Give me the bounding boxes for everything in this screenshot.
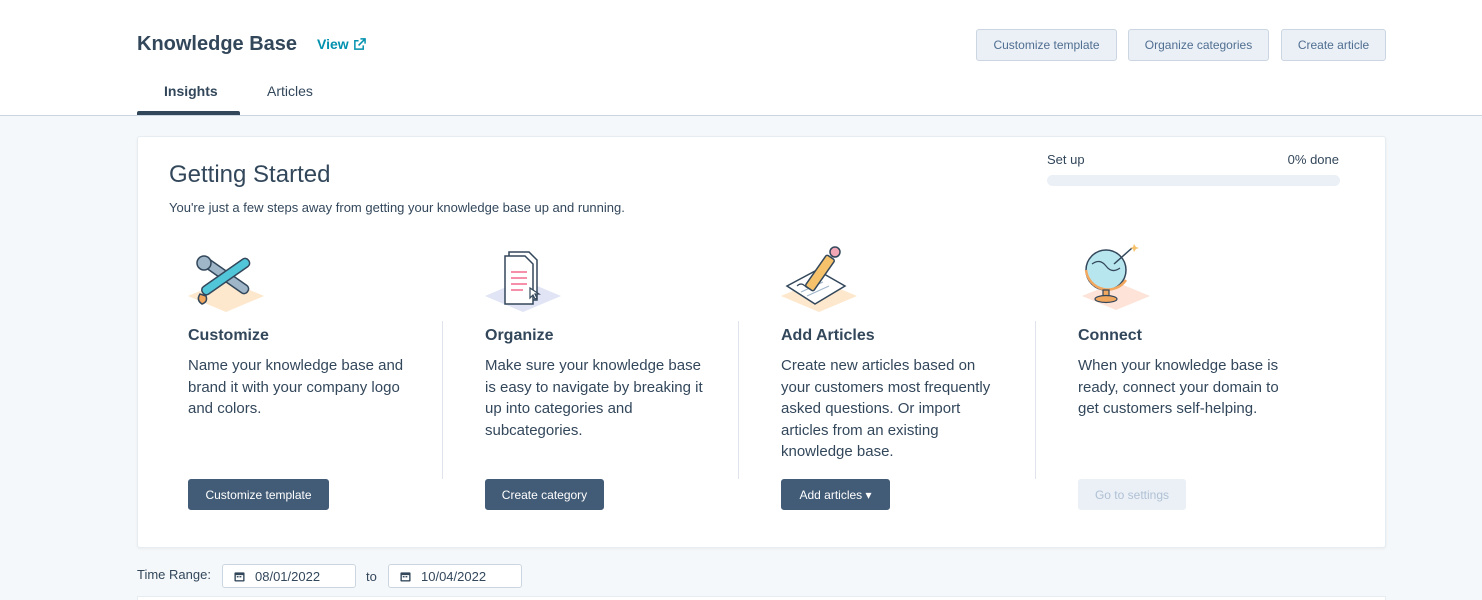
tab-articles[interactable]: Articles xyxy=(267,83,313,99)
organize-categories-button[interactable]: Organize categories xyxy=(1128,29,1269,61)
calendar-icon xyxy=(400,571,411,582)
step-divider xyxy=(1035,321,1036,479)
document-icon xyxy=(485,251,561,312)
globe-icon xyxy=(1082,244,1150,310)
external-link-icon xyxy=(353,37,366,50)
setup-progress-bar xyxy=(1047,175,1340,186)
getting-started-card: Getting Started You're just a few steps … xyxy=(137,136,1386,548)
start-date-picker[interactable]: 08/01/2022 xyxy=(222,564,356,588)
getting-started-subtitle: You're just a few steps away from gettin… xyxy=(169,200,625,215)
step-customize-title: Customize xyxy=(188,327,269,344)
step-customize-template-button[interactable]: Customize template xyxy=(188,479,329,510)
view-link-label: View xyxy=(317,36,349,52)
time-range-label: Time Range: xyxy=(137,567,211,582)
step-connect-title: Connect xyxy=(1078,327,1142,344)
customize-template-button[interactable]: Customize template xyxy=(976,29,1117,61)
step-organize-title: Organize xyxy=(485,327,554,344)
active-tab-indicator xyxy=(137,111,240,115)
page-title: Knowledge Base xyxy=(137,33,298,55)
insights-content-card xyxy=(137,596,1386,600)
end-date-picker[interactable]: 10/04/2022 xyxy=(388,564,522,588)
pencil-paper-icon xyxy=(781,246,857,312)
add-articles-dropdown-button[interactable]: Add articles ▾ xyxy=(781,479,890,510)
step-divider xyxy=(738,321,739,479)
page-header: Knowledge Base View Customize template O… xyxy=(0,0,1482,116)
step-organize-description: Make sure your knowledge base is easy to… xyxy=(485,357,703,439)
time-range-to-label: to xyxy=(366,569,377,584)
setup-label: Set up xyxy=(1047,152,1085,167)
go-to-settings-button[interactable]: Go to settings xyxy=(1078,479,1186,510)
step-divider xyxy=(442,321,443,479)
end-date-value: 10/04/2022 xyxy=(421,568,487,584)
tab-insights[interactable]: Insights xyxy=(164,83,218,99)
getting-started-title: Getting Started xyxy=(169,161,331,188)
step-connect-description: When your knowledge base is ready, conne… xyxy=(1078,357,1279,417)
view-link[interactable]: View xyxy=(317,36,366,52)
start-date-value: 08/01/2022 xyxy=(255,568,321,584)
step-add-articles-title: Add Articles xyxy=(781,327,875,344)
create-article-button[interactable]: Create article xyxy=(1281,29,1386,61)
step-add-articles-description: Create new articles based on your custom… xyxy=(781,357,991,460)
progress-done-text: 0% done xyxy=(1287,152,1339,167)
step-customize-description: Name your knowledge base and brand it wi… xyxy=(188,357,404,417)
calendar-icon xyxy=(234,571,245,582)
tools-icon xyxy=(188,255,264,312)
create-category-button[interactable]: Create category xyxy=(485,479,604,510)
